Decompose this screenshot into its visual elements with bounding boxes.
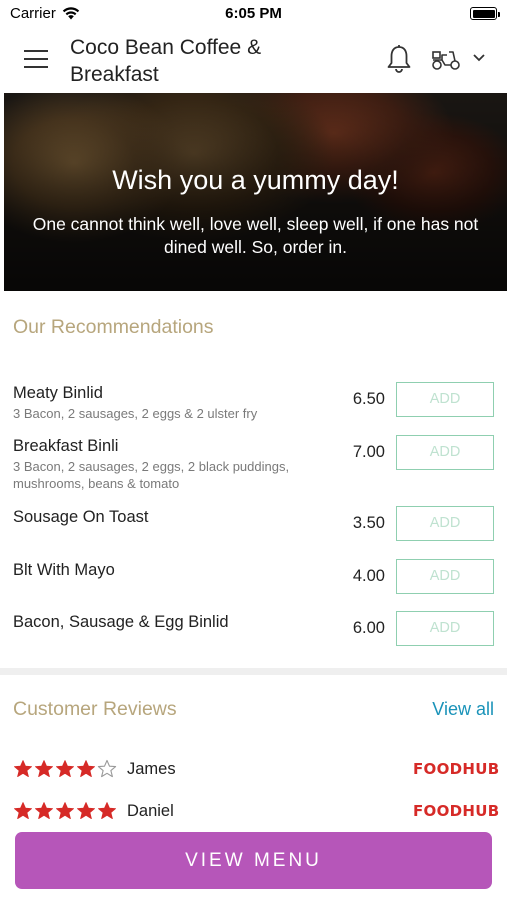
- item-price: 7.00: [352, 443, 385, 461]
- menu-item: Bacon, Sausage & Egg Binlid 6.00 ADD: [0, 611, 507, 649]
- star-filled-icon: [77, 802, 95, 819]
- item-name: Meaty Binlid: [13, 384, 103, 402]
- add-button[interactable]: ADD: [396, 559, 494, 594]
- item-price: 6.00: [352, 619, 385, 637]
- star-filled-icon: [56, 760, 74, 777]
- foodhub-logo: FOODHUB: [413, 760, 500, 778]
- item-price: 3.50: [352, 514, 385, 532]
- chevron-down-icon[interactable]: [472, 53, 486, 63]
- star-filled-icon: [14, 760, 32, 777]
- reviews-title: Customer Reviews: [13, 698, 177, 720]
- foodhub-logo: FOODHUB: [413, 802, 500, 820]
- menu-item: Sousage On Toast 3.50 ADD: [0, 506, 507, 544]
- star-filled-icon: [56, 802, 74, 819]
- add-button[interactable]: ADD: [396, 382, 494, 417]
- hero-banner: Wish you a yummy day! One cannot think w…: [4, 93, 507, 291]
- item-name: Bacon, Sausage & Egg Binlid: [13, 613, 229, 631]
- add-button[interactable]: ADD: [396, 435, 494, 470]
- menu-item: Breakfast Binli 3 Bacon, 2 sausages, 2 e…: [0, 435, 507, 497]
- item-description: 3 Bacon, 2 sausages, 2 eggs & 2 ulster f…: [13, 406, 258, 421]
- item-price: 6.50: [352, 390, 385, 408]
- star-filled-icon: [35, 760, 53, 777]
- star-empty-icon: [97, 759, 117, 778]
- add-button[interactable]: ADD: [396, 611, 494, 646]
- rating-stars: [13, 759, 117, 779]
- item-name: Blt With Mayo: [13, 561, 115, 579]
- hero-title: Wish you a yummy day!: [112, 165, 399, 195]
- item-name: Sousage On Toast: [13, 508, 149, 526]
- add-button[interactable]: ADD: [396, 506, 494, 541]
- recommendations-title: Our Recommendations: [13, 316, 214, 338]
- bell-icon[interactable]: [385, 44, 413, 74]
- view-menu-button[interactable]: VIEW MENU: [15, 832, 492, 889]
- section-divider: [0, 668, 507, 675]
- view-all-link[interactable]: View all: [432, 699, 494, 720]
- hero-subtitle: One cannot think well, love well, sleep …: [32, 214, 479, 257]
- menu-item: Meaty Binlid 3 Bacon, 2 sausages, 2 eggs…: [0, 382, 507, 429]
- menu-icon[interactable]: [24, 50, 48, 68]
- battery-icon: [470, 7, 500, 20]
- restaurant-title: Coco Bean Coffee & Breakfast: [70, 36, 262, 86]
- review-row: James FOODHUB: [0, 759, 507, 785]
- reviewer-name: James: [127, 760, 176, 778]
- star-filled-icon: [98, 802, 116, 819]
- star-filled-icon: [77, 760, 95, 777]
- scooter-icon[interactable]: [430, 46, 462, 72]
- star-filled-icon: [35, 802, 53, 819]
- review-row: Daniel FOODHUB: [0, 801, 507, 827]
- item-name: Breakfast Binli: [13, 437, 119, 455]
- item-description: 3 Bacon, 2 sausages, 2 eggs, 2 black pud…: [13, 459, 290, 491]
- menu-item: Blt With Mayo 4.00 ADD: [0, 559, 507, 597]
- status-bar: Carrier 6:05 PM: [0, 0, 507, 26]
- reviewer-name: Daniel: [127, 802, 174, 820]
- item-price: 4.00: [352, 567, 385, 585]
- star-filled-icon: [14, 802, 32, 819]
- rating-stars: [13, 801, 117, 821]
- status-time: 6:05 PM: [225, 5, 282, 22]
- app-header: Coco Bean Coffee & Breakfast: [0, 26, 507, 93]
